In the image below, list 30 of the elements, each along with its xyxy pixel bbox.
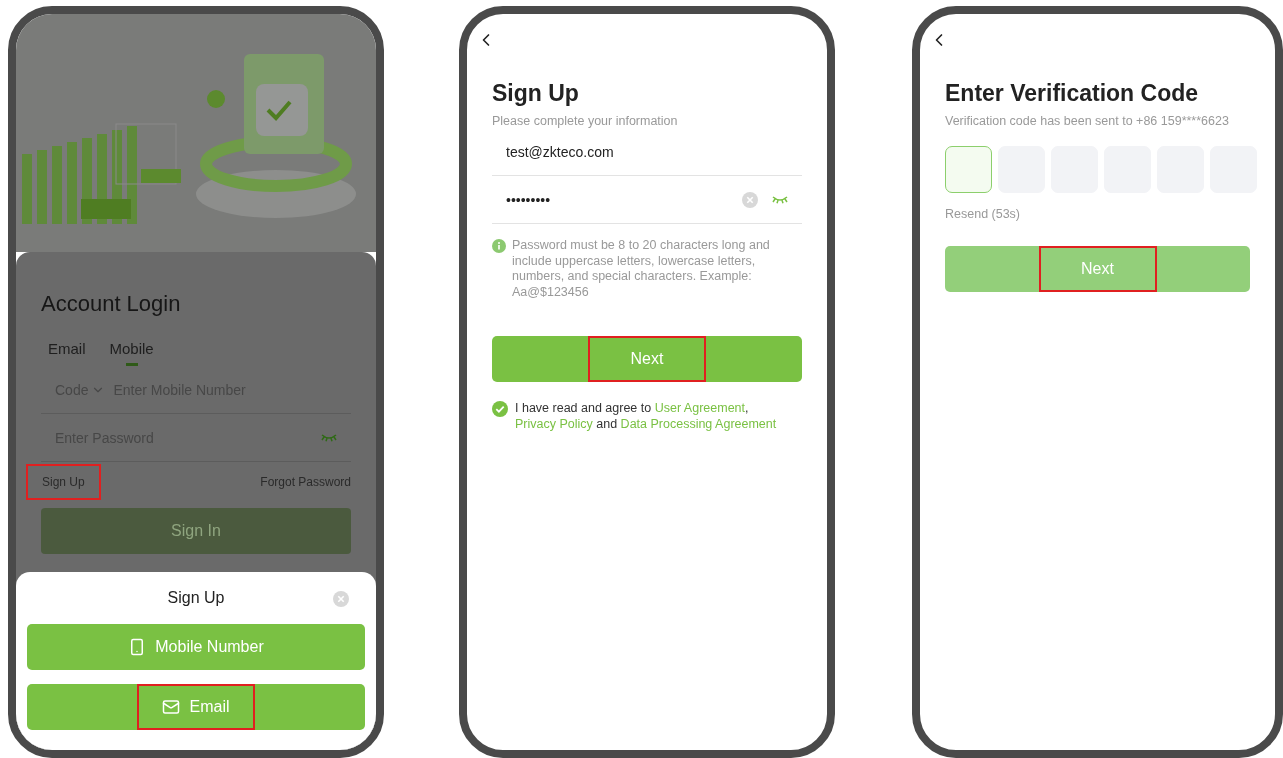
page-subtitle: Verification code has been sent to +86 159****6623 [945, 114, 1230, 128]
login-tab[interactable]: Email [48, 340, 86, 366]
sign-in-button[interactable]: Sign In [41, 508, 351, 554]
login-tab[interactable]: Mobile [109, 340, 154, 366]
mobile-number-button[interactable]: Mobile Number [27, 624, 365, 670]
code-digit-field[interactable] [945, 146, 992, 193]
page-title: Sign Up [492, 80, 580, 107]
page-title: Enter Verification Code [945, 80, 1200, 107]
next-button[interactable]: Next [492, 336, 802, 382]
login-title: Account Login [41, 290, 182, 318]
agreement-link[interactable]: User Agreement [654, 401, 745, 415]
info-icon [492, 239, 506, 253]
agreement-link[interactable]: Data Processing Agreement [620, 416, 777, 431]
email-field[interactable]: test@zkteco.com [506, 143, 788, 160]
password-hint: Password must be 8 to 20 characters long and include uppercase letters, lowercase letters, numbers, and special characters. Example: Aa@$123456 [512, 238, 771, 300]
email-button[interactable]: Email [27, 684, 365, 730]
agreement-text: I have read and agree to User Agreement, Privacy Policy and Data Processing Agreement [515, 401, 778, 432]
close-icon[interactable] [333, 591, 349, 607]
sheet-title: Sign Up [167, 589, 225, 607]
resend-countdown: Resend (53s) [945, 207, 1022, 221]
clear-icon[interactable] [742, 191, 758, 208]
mail-icon [162, 698, 181, 716]
closed-eye-icon[interactable] [772, 194, 788, 205]
page-subtitle: Please complete your information [492, 114, 679, 128]
agreement-link[interactable]: Privacy Policy [515, 416, 593, 431]
checkmark-icon[interactable] [492, 401, 508, 417]
forgot-password-link[interactable]: Forgot Password [260, 475, 351, 489]
sign-up-link[interactable]: Sign Up [26, 464, 101, 500]
password-field[interactable]: ••••••••• [506, 191, 728, 208]
closed-eye-icon[interactable] [321, 432, 337, 443]
